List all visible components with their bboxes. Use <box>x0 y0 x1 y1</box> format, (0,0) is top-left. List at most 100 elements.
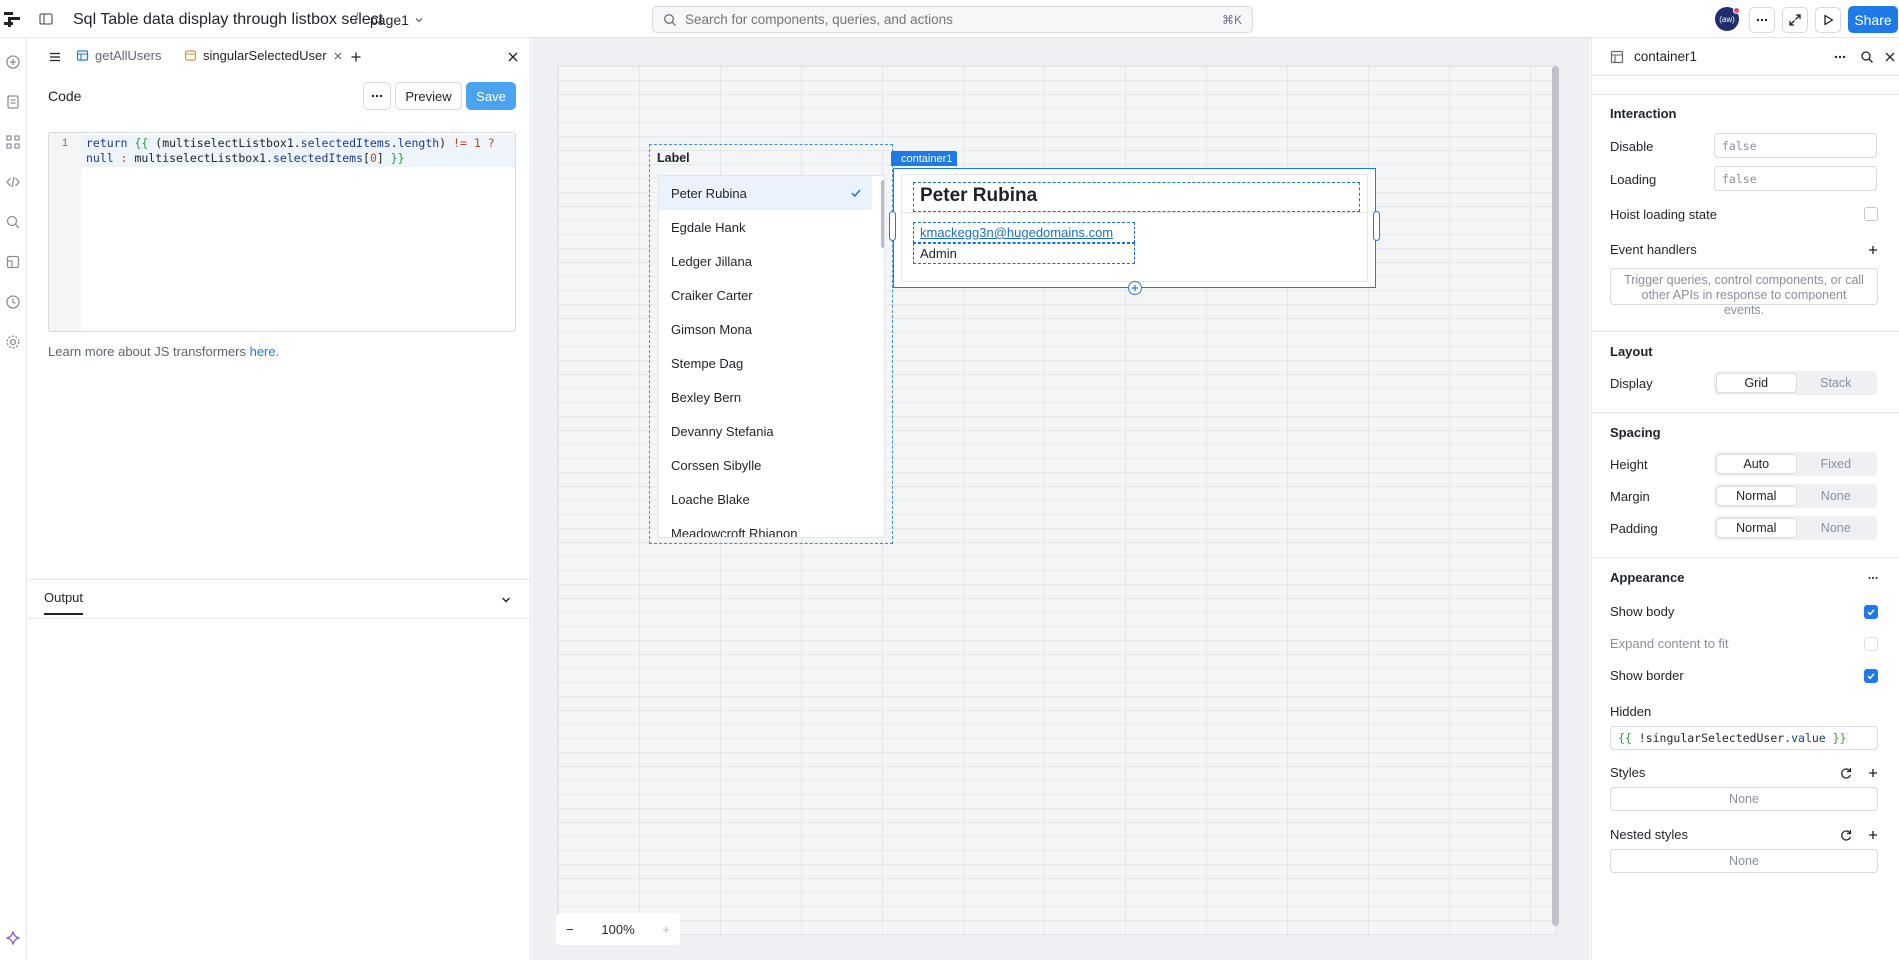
code-icon[interactable] <box>5 174 21 190</box>
show-body-checkbox[interactable] <box>1864 605 1878 619</box>
add-tab-icon[interactable] <box>349 50 363 64</box>
more-horizontal-icon[interactable] <box>1833 50 1847 64</box>
more-options-button[interactable] <box>363 82 391 110</box>
listbox-item[interactable]: Meadowcroft Rhianon <box>659 516 872 538</box>
container-tag[interactable]: container1 <box>891 151 958 166</box>
nested-styles-field[interactable]: None <box>1610 849 1878 873</box>
share-button[interactable]: Share <box>1848 6 1898 33</box>
assist-sparkle-icon[interactable] <box>5 930 21 946</box>
zoom-out-button[interactable]: − <box>566 922 574 937</box>
loading-input[interactable]: false <box>1714 166 1877 191</box>
add-nested-style-icon[interactable] <box>1866 828 1880 842</box>
margin-toggle[interactable]: Normal None <box>1714 484 1877 508</box>
fullscreen-button[interactable] <box>1782 7 1808 33</box>
expand-content-checkbox[interactable] <box>1864 637 1878 651</box>
listbox-item[interactable]: Corssen Sibylle <box>659 448 872 482</box>
listbox-item[interactable]: Egdale Hank <box>659 210 872 244</box>
section-spacing[interactable]: Spacing <box>1610 425 1661 440</box>
user-role-text[interactable]: Admin <box>913 243 1135 264</box>
resize-handle-left[interactable] <box>889 211 896 241</box>
save-button[interactable]: Save <box>466 82 516 110</box>
margin-option-normal[interactable]: Normal <box>1716 486 1797 506</box>
close-panel-icon[interactable] <box>506 50 520 64</box>
listbox-item[interactable]: Craiker Carter <box>659 278 872 312</box>
preview-app-button[interactable] <box>1815 7 1841 33</box>
learn-more-link[interactable]: here <box>250 344 276 359</box>
component-tree-icon[interactable] <box>5 134 21 150</box>
zoom-in-button[interactable]: + <box>662 922 670 937</box>
add-style-icon[interactable] <box>1866 766 1880 780</box>
tab-get-all-users[interactable]: getAllUsers <box>76 48 161 63</box>
hoist-loading-checkbox[interactable] <box>1864 207 1878 221</box>
listbox-item-label: Meadowcroft Rhianon <box>671 525 798 538</box>
close-tab-icon[interactable] <box>333 51 343 61</box>
inspector-title[interactable]: container1 <box>1634 49 1697 64</box>
user-container[interactable]: Peter Rubina kmackegg3n@hugedomains.com … <box>893 168 1376 288</box>
search-bar[interactable]: ⌘K <box>652 6 1253 33</box>
add-component-icon[interactable] <box>5 54 21 70</box>
hidden-expression-input[interactable]: {{ !singularSelectedUser.value }} <box>1610 726 1878 750</box>
height-toggle[interactable]: Auto Fixed <box>1714 452 1877 476</box>
listbox-item[interactable]: Gimson Mona <box>659 312 872 346</box>
chevron-down-icon[interactable] <box>500 594 512 606</box>
more-options-button[interactable] <box>1749 7 1775 33</box>
multiselect-listbox[interactable]: Label Peter Rubina Egdale Hank Ledger Jill… <box>649 144 893 544</box>
more-horizontal-icon[interactable] <box>1866 571 1880 585</box>
state-icon[interactable] <box>5 254 21 270</box>
reset-icon[interactable] <box>1839 766 1853 780</box>
show-border-checkbox[interactable] <box>1864 669 1878 683</box>
display-option-stack[interactable]: Stack <box>1797 373 1876 393</box>
settings-gear-icon[interactable] <box>5 334 21 350</box>
page-selector[interactable]: page1 <box>370 12 425 28</box>
listbox-item[interactable]: Devanny Stefania <box>659 414 872 448</box>
history-icon[interactable] <box>5 294 21 310</box>
styles-field[interactable]: None <box>1610 787 1878 811</box>
toggle-panels-icon[interactable] <box>36 9 56 29</box>
listbox-item[interactable]: Stempe Dag <box>659 346 872 380</box>
section-interaction[interactable]: Interaction <box>1610 106 1676 121</box>
listbox-item[interactable]: Ledger Jillana <box>659 244 872 278</box>
listbox-item[interactable]: Peter Rubina <box>659 176 872 210</box>
search-shortcut: ⌘K <box>1221 12 1242 27</box>
hamburger-menu-icon[interactable] <box>48 50 62 64</box>
pages-icon[interactable] <box>5 94 21 110</box>
margin-option-none[interactable]: None <box>1797 486 1876 506</box>
listbox-options[interactable]: Peter Rubina Egdale Hank Ledger Jillana Cra… <box>658 175 885 538</box>
tab-output[interactable]: Output <box>44 590 84 615</box>
zoom-level[interactable]: 100% <box>601 922 634 937</box>
section-appearance[interactable]: Appearance <box>1610 570 1684 585</box>
code-content[interactable]: return {{ (multiselectListbox1.selectedI… <box>81 135 515 167</box>
avatar[interactable]: (aw) <box>1715 7 1740 31</box>
display-option-grid[interactable]: Grid <box>1716 373 1797 393</box>
retool-logo-icon[interactable] <box>3 9 21 29</box>
preview-button[interactable]: Preview <box>395 82 462 110</box>
left-rail <box>0 38 27 960</box>
padding-option-none[interactable]: None <box>1797 518 1876 538</box>
user-name-text[interactable]: Peter Rubina <box>913 182 1360 212</box>
padding-option-normal[interactable]: Normal <box>1716 518 1797 538</box>
add-component-below-button[interactable] <box>1128 281 1142 295</box>
canvas-scrollbar[interactable] <box>1552 66 1559 926</box>
display-toggle[interactable]: Grid Stack <box>1714 371 1877 395</box>
user-email-link[interactable]: kmackegg3n@hugedomains.com <box>913 222 1135 243</box>
height-option-fixed[interactable]: Fixed <box>1797 454 1876 474</box>
search-input[interactable] <box>685 12 1222 27</box>
section-layout[interactable]: Layout <box>1610 344 1653 359</box>
add-event-handler-icon[interactable] <box>1866 243 1880 257</box>
listbox-scrollbar[interactable] <box>881 180 884 248</box>
event-handlers-placeholder[interactable]: Trigger queries, control components, or … <box>1610 268 1878 317</box>
app-title[interactable]: Sql Table data display through listbox s… <box>73 11 383 29</box>
tab-singular-selected-user[interactable]: singularSelectedUser <box>184 48 343 63</box>
close-icon[interactable] <box>1883 50 1897 64</box>
listbox-item[interactable]: Loache Blake <box>659 482 872 516</box>
listbox-item-label: Egdale Hank <box>671 219 746 235</box>
disable-input[interactable]: false <box>1714 133 1877 158</box>
code-editor[interactable]: 1 return {{ (multiselectListbox1.selecte… <box>48 132 516 332</box>
search-icon[interactable] <box>5 214 21 230</box>
listbox-item[interactable]: Bexley Bern <box>659 380 872 414</box>
reset-icon[interactable] <box>1839 828 1853 842</box>
padding-toggle[interactable]: Normal None <box>1714 516 1877 540</box>
resize-handle-right[interactable] <box>1373 211 1380 241</box>
height-option-auto[interactable]: Auto <box>1716 454 1797 474</box>
search-icon[interactable] <box>1860 50 1874 64</box>
